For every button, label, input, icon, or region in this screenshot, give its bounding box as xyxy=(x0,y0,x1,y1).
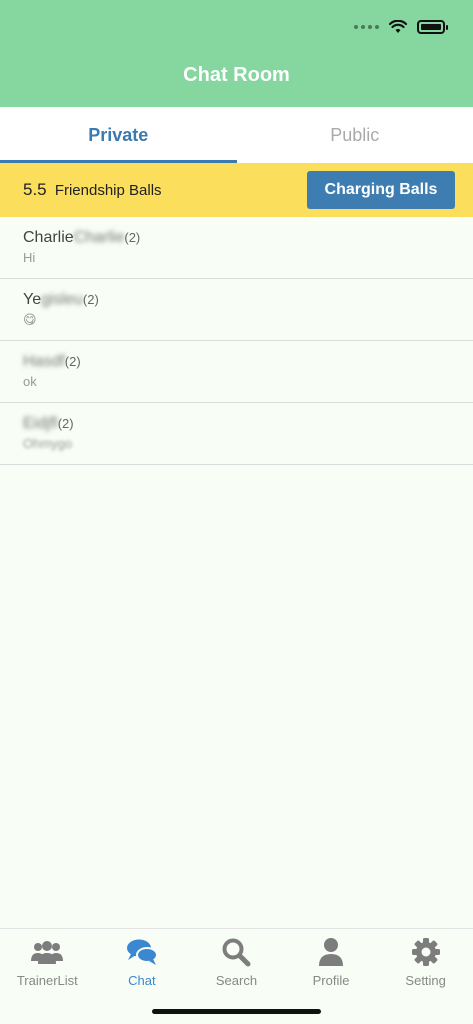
chat-tabs: Private Public xyxy=(0,107,473,163)
chat-name: Hasdf (2) xyxy=(23,353,450,371)
chat-name-visible: Charlie xyxy=(23,229,74,246)
chat-last-message: 😋 xyxy=(23,312,37,327)
tab-public[interactable]: Public xyxy=(237,107,473,163)
status-bar xyxy=(354,17,448,37)
battery-icon xyxy=(417,20,448,34)
chat-last-message: Ohmygo xyxy=(23,436,73,451)
chat-last-message: ok xyxy=(23,374,37,389)
friendship-balls-label: Friendship Balls xyxy=(54,182,162,199)
wifi-icon xyxy=(389,20,407,33)
tabbar-label: Profile xyxy=(312,973,350,988)
chat-unread-count: (2) xyxy=(57,416,74,431)
chat-list-item[interactable]: Charlie Charlie (2) Hi xyxy=(0,217,473,279)
chat-name-visible: Ye xyxy=(23,291,42,308)
friendship-balls-info: 5.5 Friendship Balls xyxy=(23,180,162,200)
page-title: Chat Room xyxy=(183,64,290,86)
friendship-balls-count: 5.5 xyxy=(23,180,47,199)
chat-name-blurred: gisleu xyxy=(41,291,83,308)
tabbar-item-trainerlist[interactable]: TrainerList xyxy=(0,929,95,1024)
tabbar-label: TrainerList xyxy=(16,973,78,988)
chat-unread-count: (2) xyxy=(124,230,141,245)
signal-icon xyxy=(354,25,379,29)
header-bar: Chat Room xyxy=(0,0,473,107)
tabbar-label: Setting xyxy=(405,973,446,988)
users-icon xyxy=(31,937,64,967)
chat-last-message: Hi xyxy=(23,250,36,265)
chat-list-item[interactable]: Eidjfl (2) Ohmygo xyxy=(0,403,473,465)
chat-name-blurred: Charlie xyxy=(73,229,125,246)
tab-private[interactable]: Private xyxy=(0,107,237,163)
chat-list-item[interactable]: Ye gisleu (2) 😋 xyxy=(0,279,473,341)
home-indicator xyxy=(152,1009,321,1014)
tabbar-label: Search xyxy=(215,973,258,988)
tabbar-item-setting[interactable]: Setting xyxy=(378,929,473,1024)
chat-list-item[interactable]: Hasdf (2) ok xyxy=(0,341,473,403)
chat-name-blurred: Hasdf xyxy=(23,353,65,370)
chat-unread-count: (2) xyxy=(82,292,99,307)
chat-list: Charlie Charlie (2) Hi Ye gisleu (2) 😋 Hasdf… xyxy=(0,217,473,465)
chat-bubbles-icon xyxy=(126,937,158,967)
tabbar-label: Chat xyxy=(128,973,156,988)
user-icon xyxy=(315,937,347,967)
search-icon xyxy=(220,937,252,967)
friendship-balls-banner: 5.5 Friendship Balls Charging Balls xyxy=(0,163,473,217)
chat-name: Charlie Charlie (2) xyxy=(23,229,450,247)
charging-balls-button[interactable]: Charging Balls xyxy=(307,171,455,209)
chat-name: Eidjfl (2) xyxy=(23,415,450,433)
chat-name-blurred: Eidjfl xyxy=(23,415,58,432)
gear-icon xyxy=(410,937,442,967)
chat-name: Ye gisleu (2) xyxy=(23,291,450,309)
chat-unread-count: (2) xyxy=(64,354,81,369)
